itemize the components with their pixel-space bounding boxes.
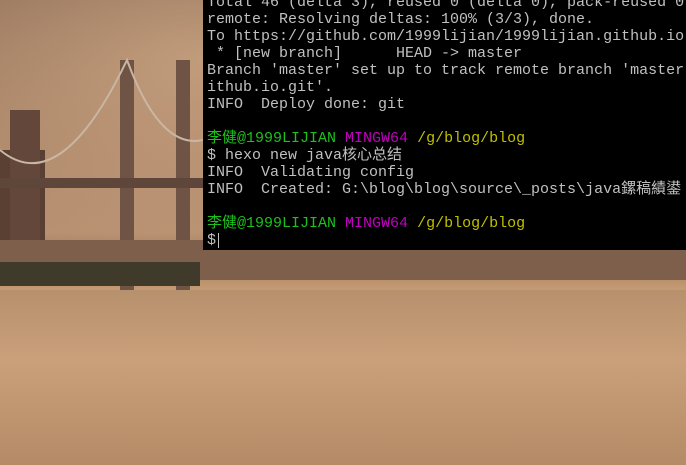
prompt-path: /g/blog/blog <box>417 130 526 147</box>
prompt-system: MINGW64 <box>345 215 409 232</box>
terminal-prompt: 李健@1999LIJIAN MINGW64 /g/blog/blog <box>207 215 684 232</box>
terminal-output-line: * [new branch] HEAD -> master <box>207 45 523 62</box>
prompt-user: 李健@1999LIJIAN <box>207 130 337 147</box>
terminal-output-line: Branch 'master' set up to track remote b… <box>207 62 685 79</box>
terminal-output-line: INFO Validating config <box>207 164 415 181</box>
terminal-command: $ hexo new java核心总结 <box>207 147 403 164</box>
terminal-output-line: To https://github.com/1999lijian/1999lij… <box>207 28 685 45</box>
terminal-input-line[interactable]: $ <box>207 232 684 249</box>
terminal-output-line: INFO Created: G:\blog\blog\source\_posts… <box>207 181 682 198</box>
prompt-path: /g/blog/blog <box>417 215 526 232</box>
input-prompt-symbol: $ <box>207 232 217 249</box>
terminal-prompt: 李健@1999LIJIAN MINGW64 /g/blog/blog <box>207 130 684 147</box>
text-cursor <box>218 232 220 248</box>
water-wallpaper <box>0 290 686 465</box>
prompt-system: MINGW64 <box>345 130 409 147</box>
terminal-output-line: Total 46 (delta 3), reused 0 (delta 0), … <box>207 0 685 11</box>
terminal-output-line: remote: Resolving deltas: 100% (3/3), do… <box>207 11 595 28</box>
terminal-output-line: ithub.io.git'. <box>207 79 334 96</box>
terminal-output-line: INFO Deploy done: git <box>207 96 406 113</box>
prompt-user: 李健@1999LIJIAN <box>207 215 337 232</box>
terminal-window[interactable]: Total 46 (delta 3), reused 0 (delta 0), … <box>203 0 686 250</box>
